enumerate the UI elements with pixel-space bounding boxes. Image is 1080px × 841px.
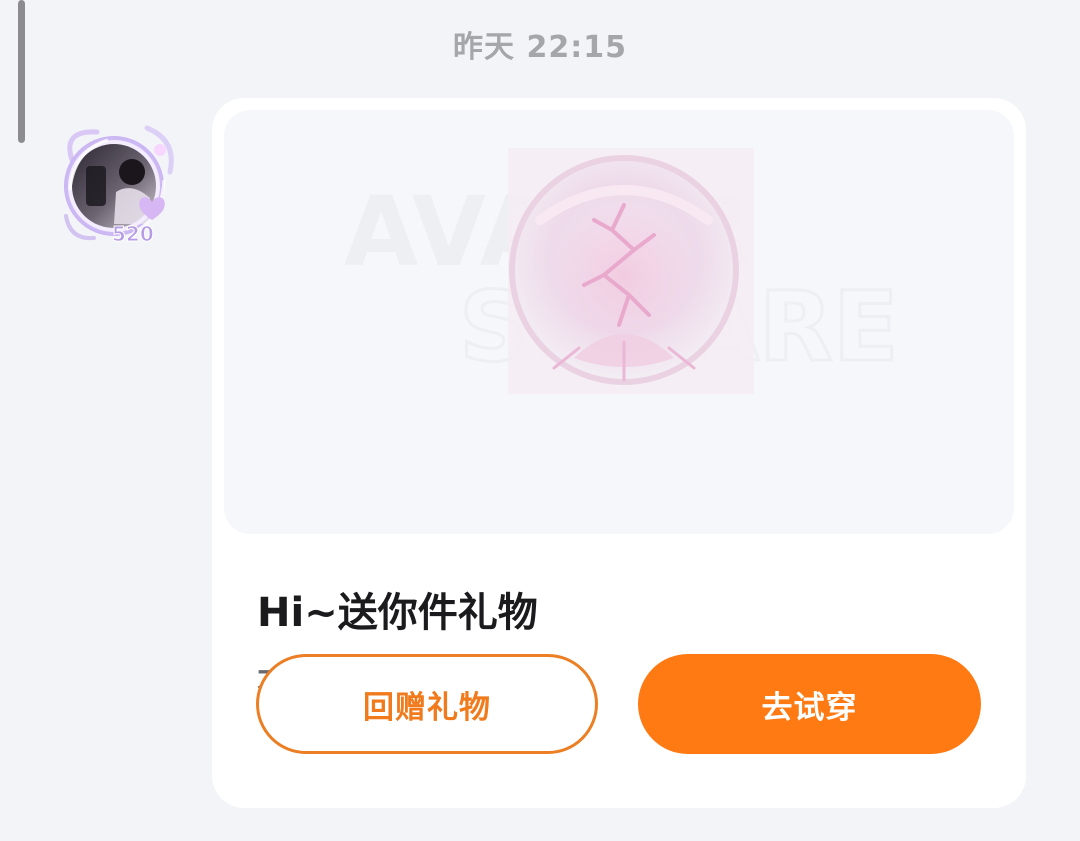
gift-message-card[interactable]: AVATAR SQUARE Hi~送你件礼物 不了 回赠礼物 去试穿 — [212, 98, 1026, 808]
gift-title: Hi~送你件礼物 — [257, 590, 538, 636]
return-gift-button[interactable]: 回赠礼物 — [256, 654, 598, 754]
avatar[interactable]: 520 — [52, 120, 184, 252]
gift-banner[interactable]: AVATAR SQUARE — [224, 110, 1014, 534]
try-on-button[interactable]: 去试穿 — [638, 654, 981, 754]
avatar-badge: 520 — [112, 222, 154, 246]
message-timestamp: 昨天 22:15 — [453, 30, 627, 65]
avatar-frame-icon: 520 — [64, 125, 174, 247]
gift-banner-image: AVATAR SQUARE — [344, 148, 900, 394]
